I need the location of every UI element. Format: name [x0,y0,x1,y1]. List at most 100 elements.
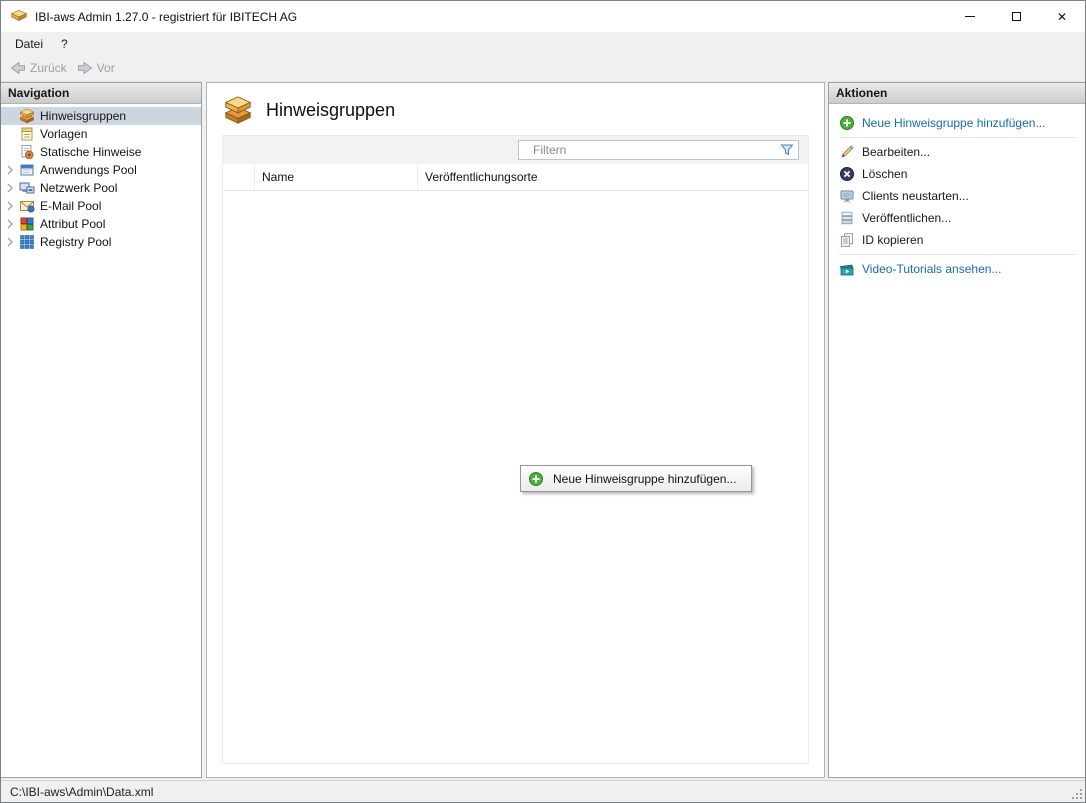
filter-box [518,140,799,160]
filter-band [223,136,808,164]
nav-label: Attribut Pool [40,217,105,231]
nav-label: Statische Hinweise [40,145,141,159]
minimize-button[interactable] [947,1,993,32]
back-arrow-icon [10,60,26,76]
nav-item-vorlagen[interactable]: Vorlagen [1,125,201,143]
page-title: Hinweisgruppen [266,100,395,121]
action-label: Bearbeiten... [862,145,930,159]
window-title: IBI-aws Admin 1.27.0 - registriert für I… [35,10,297,24]
add-icon [839,115,855,131]
navigation-header: Navigation [1,83,201,104]
forward-label: Vor [97,61,115,75]
video-tutorials-icon [839,261,855,277]
toolbar: Zurück Vor [1,55,1085,82]
hinweisgruppen-list: Name Veröffentlichungsorte Neue Hinweisg… [222,135,809,764]
action-label: ID kopieren [862,233,923,247]
email-pool-icon [19,198,35,214]
nav-label: Registry Pool [40,235,111,249]
navigation-panel: Navigation Hinweisgruppe [1,82,202,778]
nav-item-attribut-pool[interactable]: Attribut Pool [1,215,201,233]
navigation-tree: Hinweisgruppen Vorlagen [1,104,201,251]
action-video-tutorials-ansehen[interactable]: Video-Tutorials ansehen... [839,258,1075,280]
nav-label: Anwendungs Pool [40,163,137,177]
action-id-kopieren[interactable]: ID kopieren [839,229,1075,251]
chevron-right-icon[interactable] [6,201,14,211]
menu-help[interactable]: ? [52,34,77,54]
registry-pool-icon [19,234,35,250]
action-clients-neustarten[interactable]: Clients neustarten... [839,185,1075,207]
static-hints-icon [19,144,35,160]
main-panel: Hinweisgruppen Name [206,82,825,778]
action-label: Video-Tutorials ansehen... [862,262,1001,276]
status-data-file-path: C:\IBI-aws\Admin\Data.xml [10,785,153,799]
app-window: IBI-aws Admin 1.27.0 - registriert für I… [0,0,1086,803]
forward-arrow-icon [77,60,93,76]
separator [839,254,1075,255]
network-pool-icon [19,180,35,196]
chevron-right-icon[interactable] [6,165,14,175]
filter-input[interactable] [518,140,799,160]
action-veroeffentlichen[interactable]: Veröffentlichen... [839,207,1075,229]
titlebar: IBI-aws Admin 1.27.0 - registriert für I… [1,1,1085,32]
add-hinweisgruppe-floating-button[interactable]: Neue Hinweisgruppe hinzufügen... [520,465,752,492]
nav-label: Netzwerk Pool [40,181,117,195]
main-header: Hinweisgruppen [207,83,824,135]
back-label: Zurück [30,61,67,75]
column-header-veroeffentlichungsorte[interactable]: Veröffentlichungsorte [418,164,808,190]
column-gutter [223,164,255,190]
chevron-right-icon[interactable] [6,183,14,193]
hint-groups-icon [19,108,35,124]
restart-clients-icon [839,188,855,204]
separator [839,137,1075,138]
statusbar: C:\IBI-aws\Admin\Data.xml [1,780,1085,802]
forward-button[interactable]: Vor [77,60,115,76]
templates-icon [19,126,35,142]
table-header: Name Veröffentlichungsorte [223,164,808,191]
nav-item-anwendungs-pool[interactable]: Anwendungs Pool [1,161,201,179]
maximize-icon [1012,12,1021,21]
nav-item-email-pool[interactable]: E-Mail Pool [1,197,201,215]
nav-item-hinweisgruppen[interactable]: Hinweisgruppen [1,107,201,125]
window-controls: ✕ [947,1,1085,32]
nav-item-registry-pool[interactable]: Registry Pool [1,233,201,251]
attribute-pool-icon [19,216,35,232]
actions-header: Aktionen [829,83,1085,104]
table-body: Neue Hinweisgruppe hinzufügen... [223,191,808,763]
action-label: Veröffentlichen... [862,211,951,225]
menubar: Datei ? [1,32,1085,55]
nav-item-statische-hinweise[interactable]: Statische Hinweise [1,143,201,161]
column-header-name[interactable]: Name [255,164,418,190]
actions-panel: Aktionen Neue Hinweisgruppe hinzufügen..… [828,82,1085,778]
resize-grip-icon[interactable] [1071,788,1084,801]
nav-label: Hinweisgruppen [40,109,126,123]
maximize-button[interactable] [993,1,1039,32]
menu-datei[interactable]: Datei [6,34,52,54]
content-area: Navigation Hinweisgruppe [1,82,1085,780]
application-pool-icon [19,162,35,178]
hint-groups-icon-large [223,95,253,125]
app-icon [10,8,28,26]
copy-id-icon [839,232,855,248]
action-list: Neue Hinweisgruppe hinzufügen... Bearbei… [829,104,1085,280]
delete-icon [839,166,855,182]
filter-funnel-icon[interactable] [779,142,795,158]
action-neue-hinweisgruppe-hinzufuegen[interactable]: Neue Hinweisgruppe hinzufügen... [839,112,1075,134]
edit-icon [839,144,855,160]
close-button[interactable]: ✕ [1039,1,1085,32]
action-label: Löschen [862,167,907,181]
add-button-label: Neue Hinweisgruppe hinzufügen... [553,472,736,486]
back-button[interactable]: Zurück [10,60,67,76]
nav-label: E-Mail Pool [40,199,101,213]
minimize-icon [965,16,975,17]
publish-icon [839,210,855,226]
add-icon [528,471,544,487]
nav-label: Vorlagen [40,127,87,141]
nav-item-netzwerk-pool[interactable]: Netzwerk Pool [1,179,201,197]
action-bearbeiten[interactable]: Bearbeiten... [839,141,1075,163]
action-label: Clients neustarten... [862,189,969,203]
chevron-right-icon[interactable] [6,219,14,229]
action-loeschen[interactable]: Löschen [839,163,1075,185]
action-label: Neue Hinweisgruppe hinzufügen... [862,116,1045,130]
close-icon: ✕ [1057,10,1067,24]
chevron-right-icon[interactable] [6,237,14,247]
